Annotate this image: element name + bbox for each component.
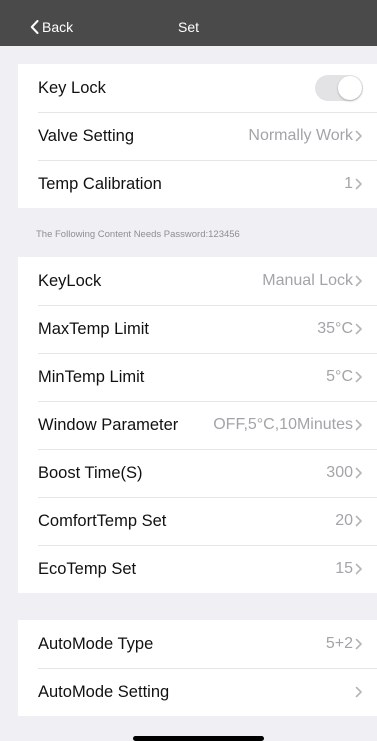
row-label: EcoTemp Set — [38, 559, 137, 578]
row-label: ComfortTemp Set — [38, 511, 167, 530]
row-value: 35°C — [317, 320, 353, 337]
settings-group-protected: KeyLock Manual Lock MaxTemp Limit 35°C M… — [18, 257, 377, 593]
chevron-right-icon — [355, 515, 363, 527]
row-value: 1 — [344, 175, 353, 192]
row-boost-time[interactable]: Boost Time(S) 300 — [18, 449, 377, 497]
chevron-right-icon — [355, 130, 363, 142]
row-value: 20 — [335, 512, 353, 529]
row-value: 15 — [335, 560, 353, 577]
row-label: Temp Calibration — [38, 174, 162, 193]
row-automode-type[interactable]: AutoMode Type 5+2 — [18, 620, 377, 668]
row-label: Boost Time(S) — [38, 463, 143, 482]
page-title: Set — [177, 19, 199, 35]
row-label: Key Lock — [38, 78, 106, 97]
row-label: MinTemp Limit — [38, 367, 145, 386]
row-mintemp-limit[interactable]: MinTemp Limit 5°C — [18, 353, 377, 401]
chevron-right-icon — [355, 323, 363, 335]
chevron-right-icon — [355, 371, 363, 383]
chevron-right-icon — [355, 275, 363, 287]
row-temp-calibration[interactable]: Temp Calibration 1 — [18, 160, 377, 208]
row-label: Window Parameter — [38, 415, 179, 434]
chevron-right-icon — [355, 419, 363, 431]
row-value: Manual Lock — [262, 272, 353, 289]
chevron-right-icon — [355, 563, 363, 575]
row-label: AutoMode Setting — [38, 682, 170, 701]
chevron-right-icon — [355, 178, 363, 190]
row-maxtemp-limit[interactable]: MaxTemp Limit 35°C — [18, 305, 377, 353]
password-note: The Following Content Needs Password:123… — [36, 229, 240, 240]
row-label: MaxTemp Limit — [38, 319, 149, 338]
chevron-right-icon — [355, 467, 363, 479]
toggle-knob — [338, 76, 362, 100]
row-ecotemp-set[interactable]: EcoTemp Set 15 — [18, 545, 377, 593]
row-keylock[interactable]: KeyLock Manual Lock — [18, 257, 377, 305]
settings-group-basic: Key Lock Valve Setting Normally Work Tem… — [18, 64, 377, 208]
row-label: KeyLock — [38, 271, 102, 290]
row-key-lock: Key Lock — [18, 64, 377, 112]
navigation-bar: Back Set — [0, 0, 377, 46]
row-value: OFF,5°C,10Minutes — [213, 416, 353, 433]
row-automode-setting[interactable]: AutoMode Setting — [18, 668, 377, 716]
row-value: 5+2 — [325, 635, 353, 652]
row-comforttemp-set[interactable]: ComfortTemp Set 20 — [18, 497, 377, 545]
chevron-right-icon — [355, 638, 363, 650]
settings-group-automode: AutoMode Type 5+2 AutoMode Setting — [18, 620, 377, 716]
chevron-right-icon — [355, 686, 363, 698]
row-window-parameter[interactable]: Window Parameter OFF,5°C,10Minutes — [18, 401, 377, 449]
row-value: 300 — [326, 464, 353, 481]
key-lock-toggle[interactable] — [315, 75, 363, 101]
row-label: AutoMode Type — [38, 634, 154, 653]
row-label: Valve Setting — [38, 126, 135, 145]
row-value: Normally Work — [248, 127, 353, 144]
row-value: 5°C — [326, 368, 353, 385]
row-valve-setting[interactable]: Valve Setting Normally Work — [18, 112, 377, 160]
home-indicator — [133, 736, 264, 741]
